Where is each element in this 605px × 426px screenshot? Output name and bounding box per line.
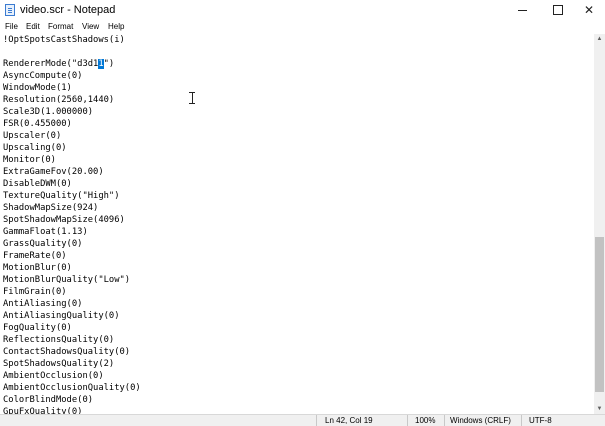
title-bar: video.scr - Notepad ✕ <box>0 0 605 20</box>
text-line: SpotShadowsQuality(2) <box>3 359 115 369</box>
text-line: ReflectionsQuality(0) <box>3 335 115 345</box>
text-line: MotionBlur(0) <box>3 263 72 273</box>
text-line: GammaFloat(1.13) <box>3 227 88 237</box>
status-encoding: UTF-8 <box>529 416 552 425</box>
text-line-content: RendererMode("d3d1 <box>3 59 99 69</box>
text-line: RendererMode("d3d11") <box>3 58 114 70</box>
status-line-ending: Windows (CRLF) <box>450 416 511 425</box>
status-bar: Ln 42, Col 19 100% Windows (CRLF) UTF-8 <box>0 414 605 426</box>
close-icon: ✕ <box>583 3 595 17</box>
text-line: TextureQuality("High") <box>3 191 120 201</box>
maximize-button[interactable] <box>542 0 574 20</box>
status-zoom: 100% <box>415 416 436 425</box>
text-line: Resolution(2560,1440) <box>3 95 115 105</box>
text-line: AsyncCompute(0) <box>3 71 83 81</box>
text-line: AmbientOcclusion(0) <box>3 371 104 381</box>
text-line: ShadowMapSize(924) <box>3 203 99 213</box>
text-line: FogQuality(0) <box>3 323 72 333</box>
text-line: Monitor(0) <box>3 155 56 165</box>
text-line: DisableDWM(0) <box>3 179 72 189</box>
status-separator <box>407 415 408 426</box>
text-line: GrassQuality(0) <box>3 239 83 249</box>
status-separator <box>444 415 445 426</box>
text-line-content: ") <box>103 59 115 69</box>
text-line: FilmGrain(0) <box>3 287 67 297</box>
text-line: Scale3D(1.000000) <box>3 107 94 117</box>
text-line: FSR(0.455000) <box>3 119 72 129</box>
text-line: SpotShadowMapSize(4096) <box>3 215 125 225</box>
text-line: WindowMode(1) <box>3 83 72 93</box>
minimize-button[interactable] <box>506 0 538 20</box>
menu-bar: File Edit Format View Help <box>0 20 605 34</box>
text-line: FrameRate(0) <box>3 251 67 261</box>
text-line: Upscaling(0) <box>3 143 67 153</box>
notepad-icon <box>5 4 15 16</box>
status-separator <box>521 415 522 426</box>
menu-view[interactable]: View <box>82 20 99 34</box>
vertical-scrollbar[interactable]: ▲ ▼ <box>594 34 605 414</box>
text-line: AntiAliasing(0) <box>3 299 83 309</box>
text-line: AmbientOcclusionQuality(0) <box>3 383 141 393</box>
close-button[interactable]: ✕ <box>573 0 605 20</box>
window-title: video.scr - Notepad <box>20 4 116 16</box>
maximize-icon <box>553 5 563 15</box>
status-separator <box>316 415 317 426</box>
text-line: ColorBlindMode(0) <box>3 395 94 405</box>
text-line: ExtraGameFov(20.00) <box>3 167 104 177</box>
menu-format[interactable]: Format <box>48 20 73 34</box>
text-line: AntiAliasingQuality(0) <box>3 311 120 321</box>
minimize-icon <box>517 9 527 11</box>
text-cursor-icon <box>189 92 195 104</box>
text-line: ContactShadowsQuality(0) <box>3 347 131 357</box>
scroll-thumb[interactable] <box>595 237 604 392</box>
menu-edit[interactable]: Edit <box>26 20 40 34</box>
menu-help[interactable]: Help <box>108 20 124 34</box>
scroll-up-arrow-icon[interactable]: ▲ <box>594 34 605 44</box>
text-line: GpuFxQuality(0) <box>3 407 83 414</box>
scroll-down-arrow-icon[interactable]: ▼ <box>594 404 605 414</box>
status-position: Ln 42, Col 19 <box>325 416 373 425</box>
menu-file[interactable]: File <box>5 20 18 34</box>
text-editor[interactable]: !OptSpotsCastShadows(i) RendererMode("d3d… <box>0 34 594 414</box>
text-line: MotionBlurQuality("Low") <box>3 275 131 285</box>
text-line: !OptSpotsCastShadows(i) <box>3 35 125 45</box>
text-line: Upscaler(0) <box>3 131 62 141</box>
